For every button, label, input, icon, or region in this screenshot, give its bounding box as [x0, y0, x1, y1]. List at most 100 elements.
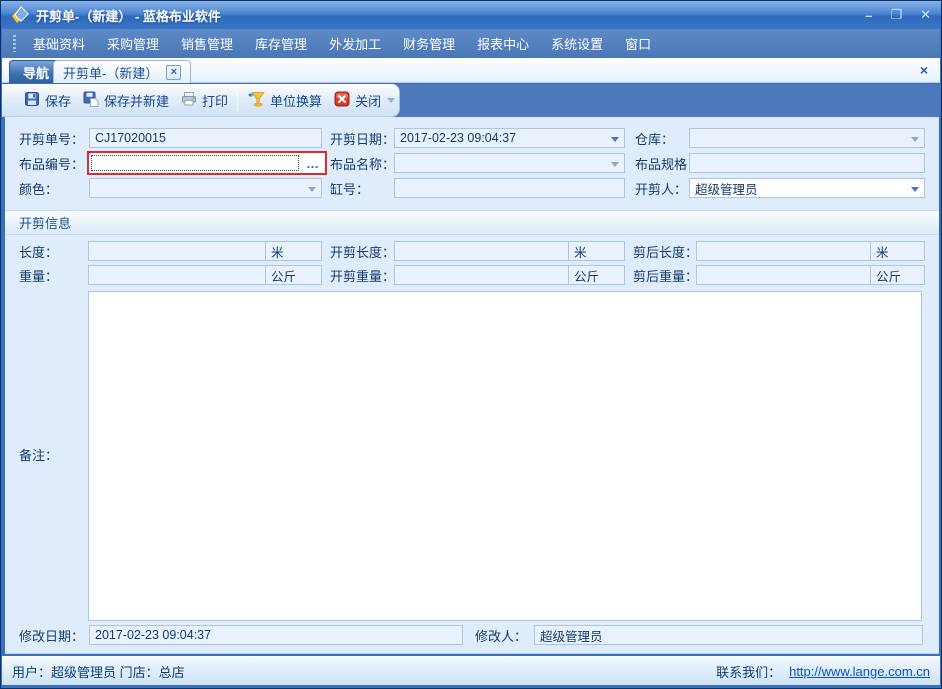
tab-close-icon[interactable]: ×: [166, 65, 181, 80]
toolbar: 保存 保存并新建: [2, 84, 940, 117]
section-header-cut-info: 开剪信息: [5, 210, 939, 235]
order-no-field[interactable]: CJ17020015: [89, 128, 322, 148]
cut-length-field[interactable]: [394, 241, 569, 261]
menu-item-sales[interactable]: 销售管理: [170, 29, 244, 58]
unit-convert-label: 单位换算: [270, 91, 322, 110]
tab-navigation-label: 导航: [23, 63, 49, 82]
chevron-down-icon[interactable]: [387, 98, 395, 107]
save-label: 保存: [45, 91, 71, 110]
color-label: 颜色：: [19, 178, 58, 198]
save-new-icon: [83, 91, 99, 110]
chevron-down-icon[interactable]: [611, 137, 619, 146]
cut-weight-unit-box: 公斤: [568, 265, 625, 285]
close-button[interactable]: ✕: [920, 7, 931, 23]
form-panel: 开剪单号： CJ17020015 开剪日期： 2017-02-23 09:04:…: [5, 117, 939, 654]
cut-weight-label: 开剪重量：: [330, 265, 395, 285]
after-length-label: 剪后长度：: [633, 241, 698, 261]
after-weight-unit-box: 公斤: [870, 265, 925, 285]
save-icon: [24, 91, 40, 110]
length-label: 长度：: [19, 241, 58, 261]
close-tab-label: 关闭: [355, 91, 381, 110]
menu-item-window[interactable]: 窗口: [614, 29, 662, 58]
chevron-down-icon[interactable]: [308, 187, 316, 196]
menu-item-purchase[interactable]: 采购管理: [96, 29, 170, 58]
color-field[interactable]: [89, 178, 322, 198]
unit-convert-button[interactable]: 单位换算: [241, 88, 328, 113]
modified-by-label: 修改人：: [475, 625, 527, 645]
print-button[interactable]: 打印: [175, 88, 234, 113]
fabric-name-field[interactable]: [394, 153, 625, 173]
remark-label: 备注：: [19, 444, 58, 464]
close-red-icon: [334, 91, 350, 110]
cut-weight-field[interactable]: [394, 265, 569, 285]
menu-item-base-data[interactable]: 基础资料: [22, 29, 96, 58]
cutter-label: 开剪人：: [635, 178, 687, 198]
toolbar-separator: [237, 90, 238, 111]
after-length-unit-box: 米: [870, 241, 925, 261]
ellipsis-button[interactable]: …: [301, 153, 325, 173]
warehouse-label: 仓库：: [635, 128, 674, 148]
weight-unit-box: 公斤: [265, 265, 322, 285]
cut-date-field[interactable]: 2017-02-23 09:04:37: [394, 128, 625, 148]
chevron-down-icon[interactable]: [911, 187, 919, 196]
app-window: 开剪单-（新建） - 蓝格布业软件 – ❐ ✕ 基础资料 采购管理 销售管理 库…: [0, 0, 942, 689]
menu-bar: 基础资料 采购管理 销售管理 库存管理 外发加工 财务管理 报表中心 系统设置 …: [2, 29, 940, 58]
fabric-name-label: 布品名称：: [330, 153, 395, 173]
menu-item-inventory[interactable]: 库存管理: [244, 29, 318, 58]
order-no-label: 开剪单号：: [19, 128, 84, 148]
chevron-down-icon[interactable]: [611, 162, 619, 171]
save-and-new-button[interactable]: 保存并新建: [77, 88, 175, 113]
contact-label: 联系我们：: [716, 662, 781, 681]
section-title: 开剪信息: [19, 213, 71, 232]
status-bar: 用户：超级管理员 门店：总店 联系我们： http://www.lange.co…: [2, 656, 940, 685]
close-tab-button[interactable]: 关闭: [328, 88, 387, 113]
fabric-no-field[interactable]: [89, 153, 301, 173]
after-weight-field[interactable]: [696, 265, 871, 285]
cut-length-label: 开剪长度：: [330, 241, 395, 261]
fabric-no-label: 布品编号：: [19, 153, 84, 173]
cut-length-unit-box: 米: [568, 241, 625, 261]
window-title: 开剪单-（新建） - 蓝格布业软件: [36, 6, 221, 25]
length-field[interactable]: [88, 241, 266, 261]
website-link[interactable]: http://www.lange.com.cn: [789, 664, 930, 679]
app-icon: [11, 6, 29, 24]
weight-label: 重量：: [19, 265, 58, 285]
menu-grip-icon: [13, 35, 16, 52]
save-button[interactable]: 保存: [18, 88, 77, 113]
vat-no-label: 缸号：: [330, 178, 369, 198]
warehouse-field[interactable]: [689, 128, 925, 148]
tab-cut-order-label: 开剪单-（新建）: [63, 63, 158, 82]
menu-item-finance[interactable]: 财务管理: [392, 29, 466, 58]
print-icon: [181, 91, 197, 110]
tab-strip: 导航 开剪单-（新建） × ×: [2, 58, 940, 83]
after-weight-label: 剪后重量：: [633, 265, 698, 285]
cutter-field[interactable]: 超级管理员: [689, 178, 925, 198]
print-label: 打印: [202, 91, 228, 110]
save-and-new-label: 保存并新建: [104, 91, 169, 110]
tab-cut-order[interactable]: 开剪单-（新建） ×: [53, 60, 191, 83]
cut-date-value: 2017-02-23 09:04:37: [400, 131, 516, 145]
fabric-no-lookup: …: [87, 151, 327, 175]
unit-convert-icon: [247, 91, 265, 110]
weight-field[interactable]: [88, 265, 266, 285]
remark-textarea[interactable]: [88, 291, 922, 621]
menu-item-reports[interactable]: 报表中心: [466, 29, 540, 58]
vat-no-field[interactable]: [394, 178, 625, 198]
minimize-button[interactable]: –: [865, 8, 872, 23]
cutter-value: 超级管理员: [695, 179, 758, 198]
menu-item-outsourcing[interactable]: 外发加工: [318, 29, 392, 58]
menu-item-settings[interactable]: 系统设置: [540, 29, 614, 58]
tabstrip-close-icon[interactable]: ×: [920, 62, 928, 78]
after-length-field[interactable]: [696, 241, 871, 261]
length-unit-box: 米: [265, 241, 322, 261]
modified-date-label: 修改日期：: [19, 625, 84, 645]
cut-date-label: 开剪日期：: [330, 128, 395, 148]
modified-by-field: 超级管理员: [534, 625, 923, 645]
modified-date-field: 2017-02-23 09:04:37: [89, 625, 463, 645]
toolbar-inner: 保存 保存并新建: [2, 84, 400, 117]
maximize-button[interactable]: ❐: [890, 7, 902, 23]
window-controls: – ❐ ✕: [865, 7, 931, 23]
chevron-down-icon[interactable]: [911, 137, 919, 146]
fabric-spec-field[interactable]: [689, 153, 925, 173]
title-bar: 开剪单-（新建） - 蓝格布业软件 – ❐ ✕: [1, 1, 941, 29]
